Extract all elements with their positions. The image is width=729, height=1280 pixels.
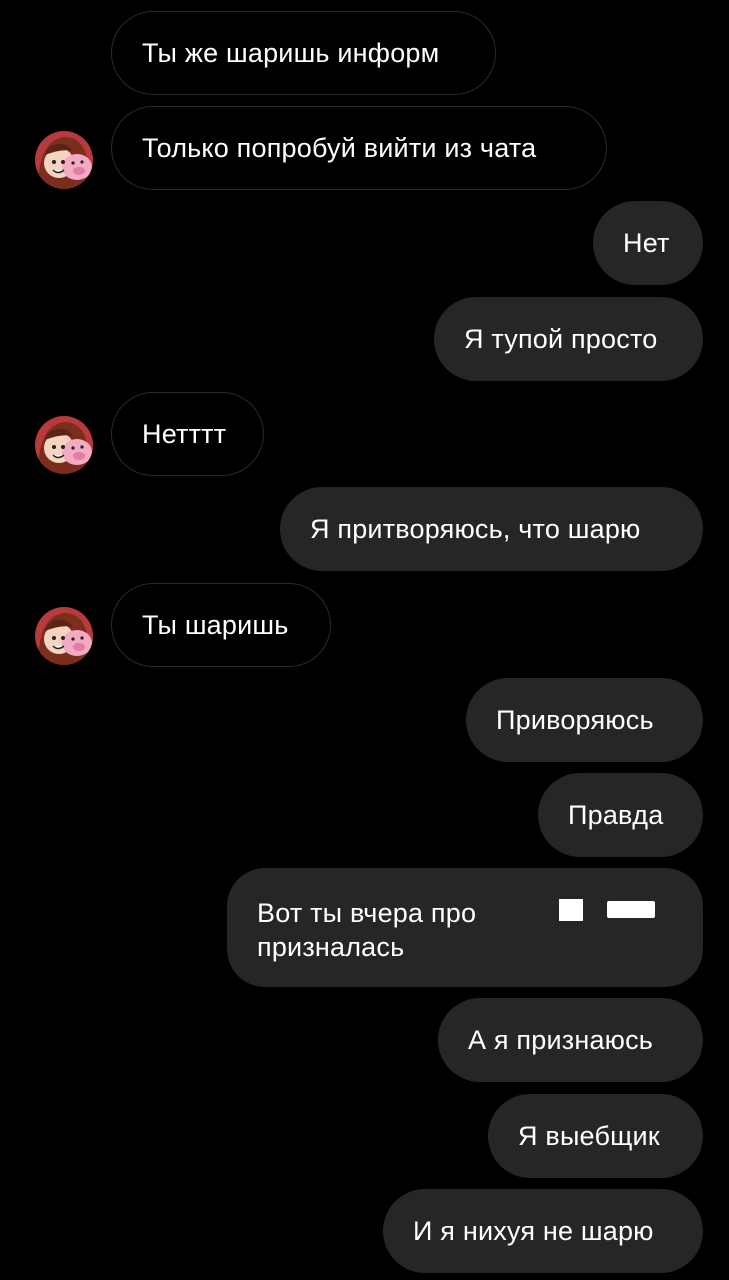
message-bubble-outgoing[interactable]: Я выебщик <box>488 1094 703 1178</box>
cartoon-girl-with-pig-avatar-icon <box>35 131 93 189</box>
message-bubble-outgoing[interactable]: Нет <box>593 201 703 285</box>
message-text: Я притворяюсь, что шарю <box>310 514 641 544</box>
message-bubble-outgoing[interactable]: А я признаюсь <box>438 998 703 1082</box>
message-bubble-outgoing[interactable]: Приворяюсь <box>466 678 703 762</box>
chat-thread: Ты же шаришь информ Только попробуй вийт… <box>0 0 729 1280</box>
message-bubble-incoming[interactable]: Только попробуй вийти из чата <box>111 106 607 190</box>
redaction-block <box>559 899 583 921</box>
cartoon-girl-with-pig-avatar-icon <box>35 416 93 474</box>
message-bubble-outgoing[interactable]: Я тупой просто <box>434 297 703 381</box>
contact-avatar[interactable] <box>35 607 93 665</box>
message-text-line: призналась <box>257 932 405 962</box>
message-text: Нетттт <box>142 419 227 449</box>
message-bubble-incoming[interactable]: Ты шаришь <box>111 583 331 667</box>
message-text: Я тупой просто <box>464 324 658 354</box>
message-text: Нет <box>623 228 670 258</box>
message-text: Только попробуй вийти из чата <box>142 133 537 163</box>
message-bubble-outgoing[interactable]: Я притворяюсь, что шарю <box>280 487 703 571</box>
message-bubble-incoming[interactable]: Нетттт <box>111 392 264 476</box>
message-text: Приворяюсь <box>496 705 654 735</box>
contact-avatar[interactable] <box>35 131 93 189</box>
message-bubble-outgoing[interactable]: И я нихуя не шарю <box>383 1189 703 1273</box>
message-bubble-incoming[interactable]: Ты же шаришь информ <box>111 11 496 95</box>
cartoon-girl-with-pig-avatar-icon <box>35 607 93 665</box>
message-text: Правда <box>568 800 664 830</box>
message-text: А я признаюсь <box>468 1025 654 1055</box>
message-text: Ты шаришь <box>142 610 289 640</box>
contact-avatar[interactable] <box>35 416 93 474</box>
message-text: Я выебщик <box>518 1121 660 1151</box>
redaction-block <box>607 901 655 918</box>
message-text: Ты же шаришь информ <box>142 38 440 68</box>
message-bubble-outgoing[interactable]: Вот ты вчера про призналась <box>227 868 703 987</box>
message-bubble-outgoing[interactable]: Правда <box>538 773 703 857</box>
message-text: И я нихуя не шарю <box>413 1216 654 1246</box>
